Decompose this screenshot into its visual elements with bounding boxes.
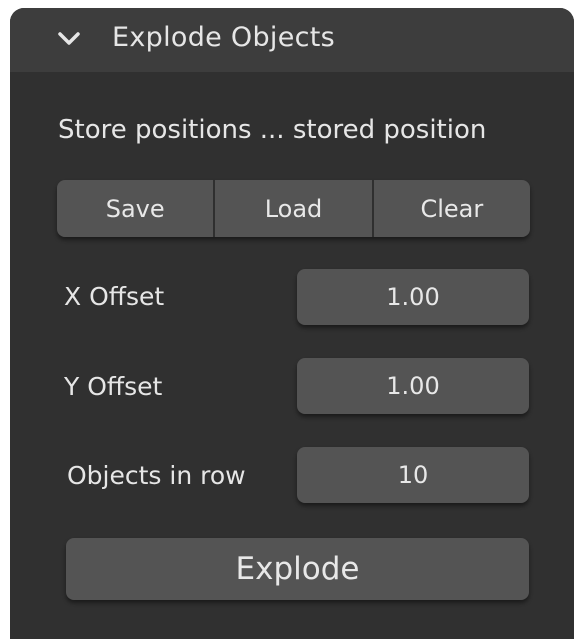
save-button[interactable]: Save bbox=[57, 180, 216, 237]
chevron-down-icon[interactable] bbox=[57, 30, 81, 48]
x-offset-field[interactable]: 1.00 bbox=[297, 269, 529, 325]
panel-title: Explode Objects bbox=[112, 22, 336, 53]
panel-header[interactable]: Explode Objects bbox=[10, 8, 574, 72]
position-button-row: Save Load Clear bbox=[57, 180, 530, 237]
y-offset-label: Y Offset bbox=[64, 372, 163, 401]
explode-button[interactable]: Explode bbox=[66, 538, 529, 600]
info-text: Store positions ... stored position bbox=[58, 115, 487, 145]
load-button[interactable]: Load bbox=[215, 180, 374, 237]
clear-button[interactable]: Clear bbox=[373, 180, 530, 237]
x-offset-label: X Offset bbox=[64, 282, 165, 311]
explode-objects-panel: Explode Objects Store positions ... stor… bbox=[10, 8, 574, 639]
objects-in-row-field[interactable]: 10 bbox=[297, 447, 529, 503]
objects-in-row-label: Objects in row bbox=[67, 461, 246, 490]
y-offset-field[interactable]: 1.00 bbox=[297, 358, 529, 414]
